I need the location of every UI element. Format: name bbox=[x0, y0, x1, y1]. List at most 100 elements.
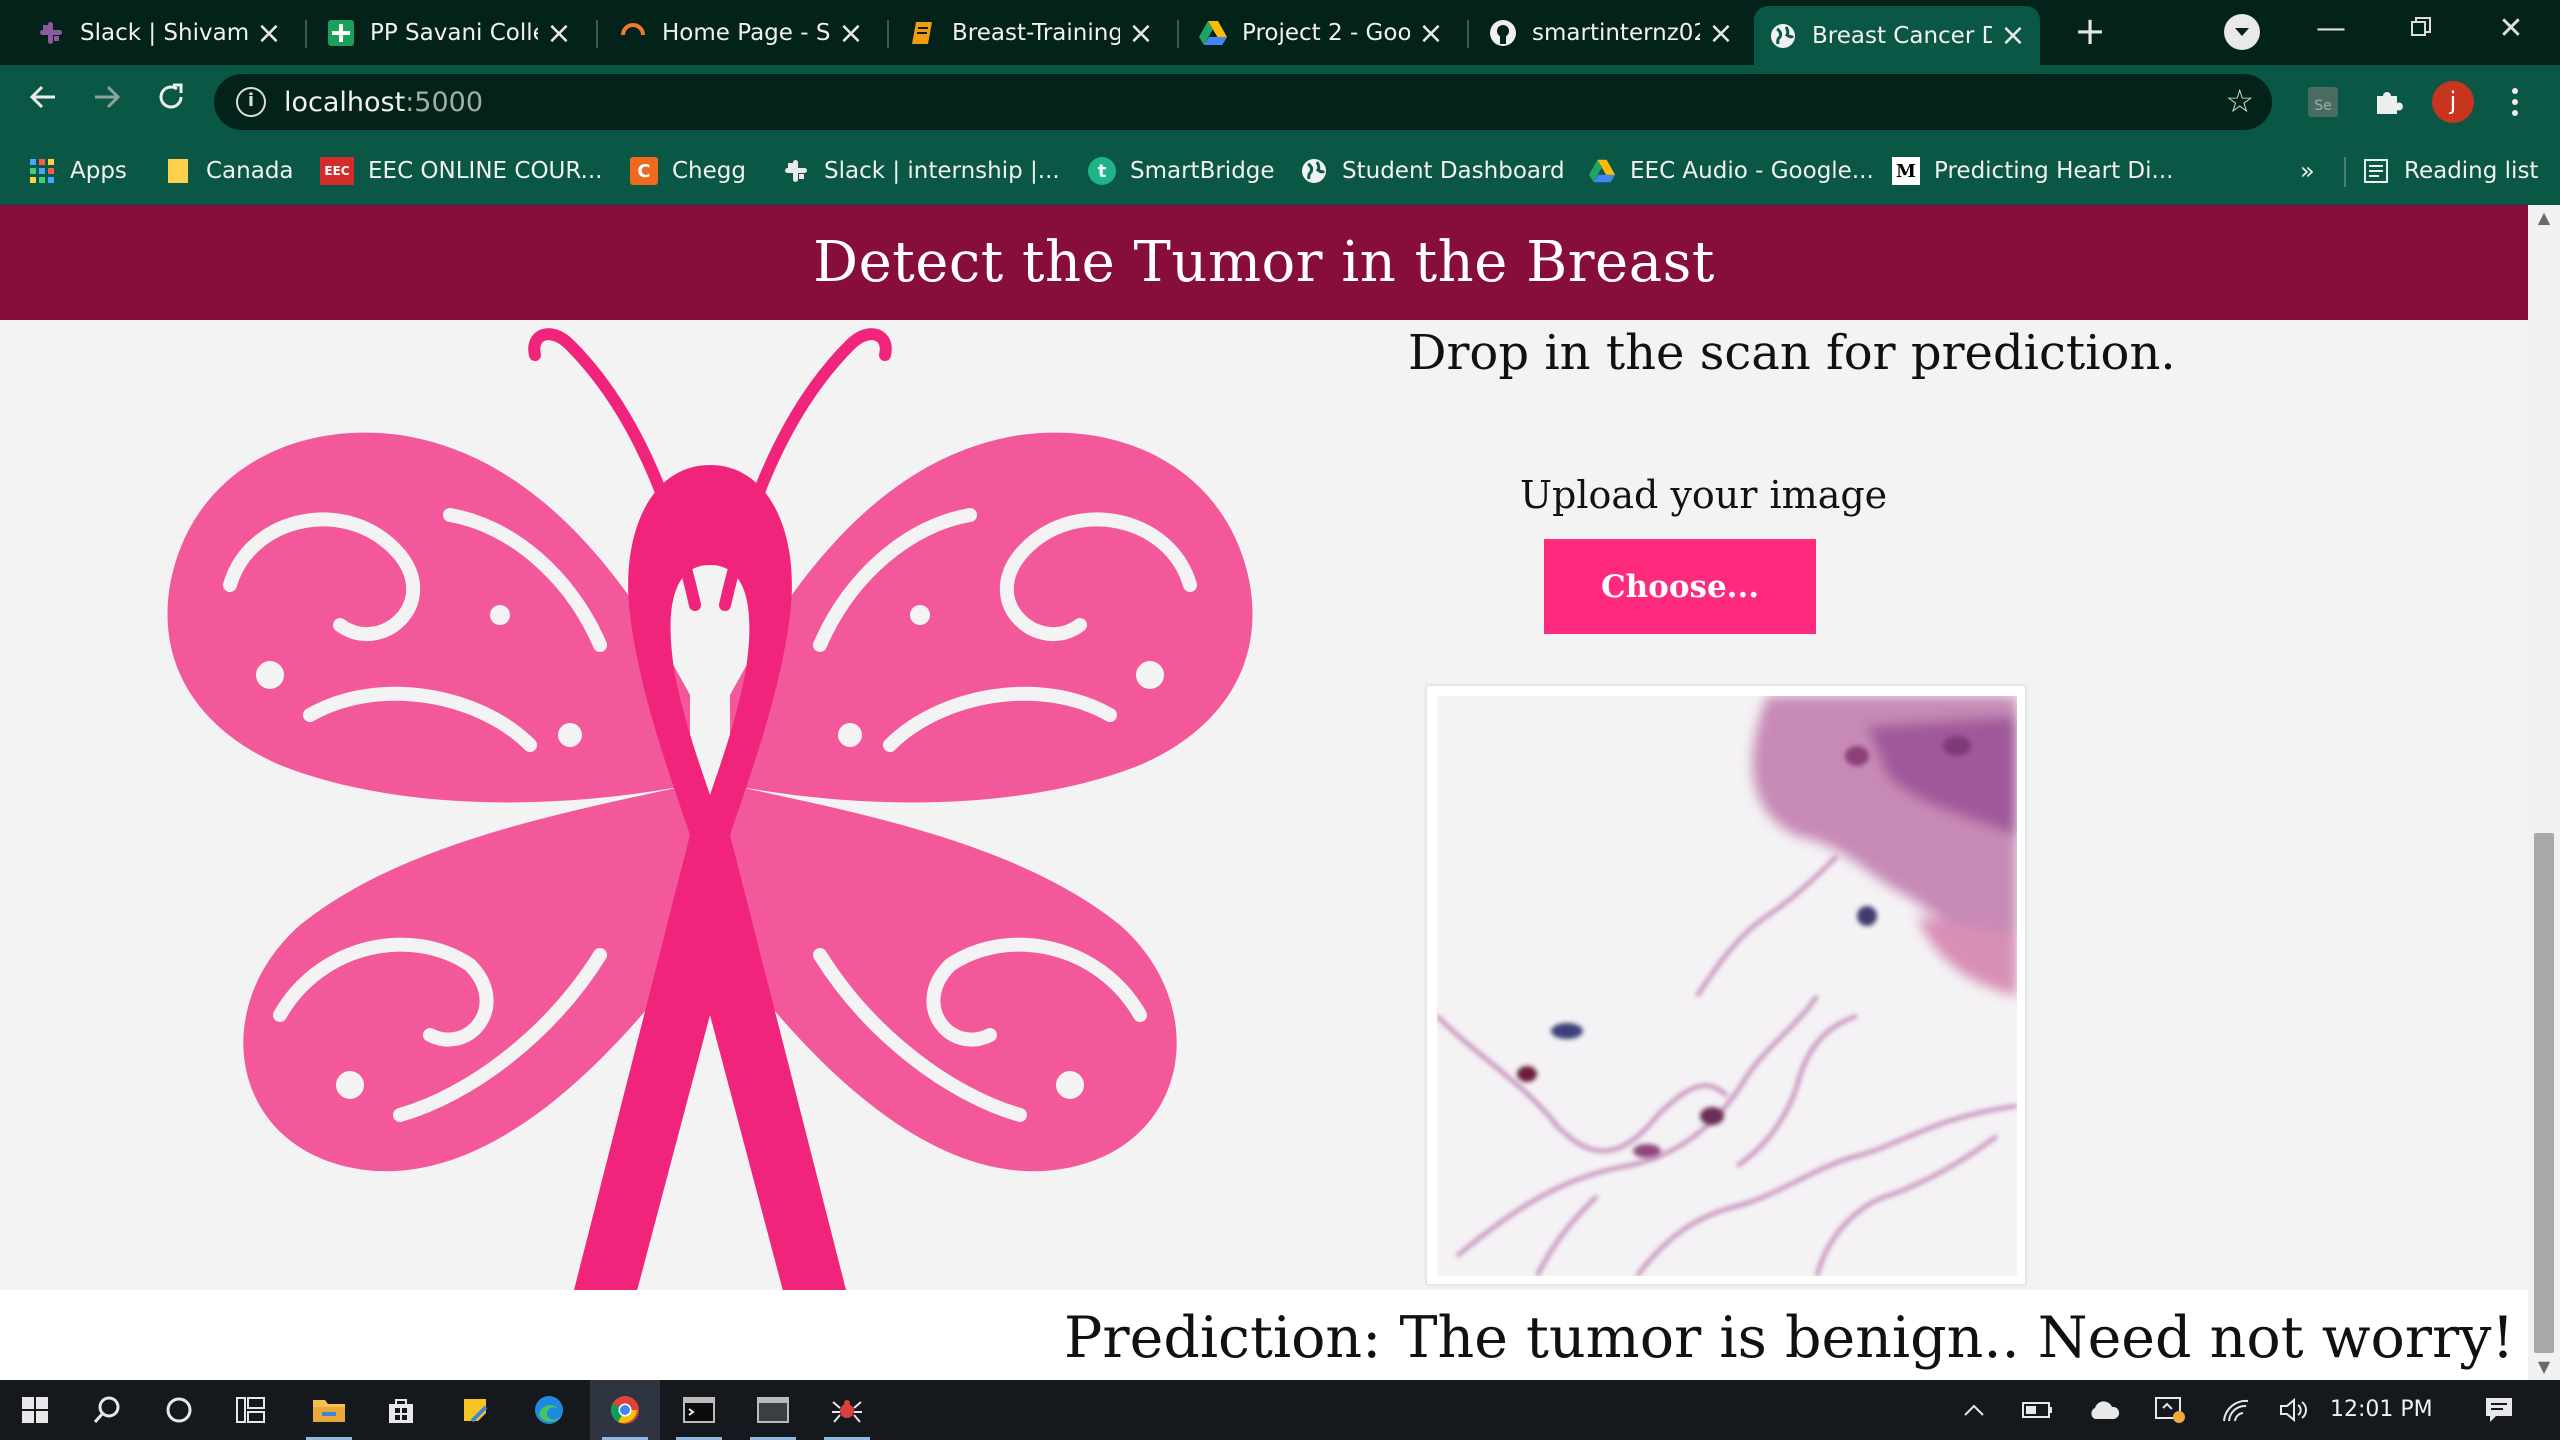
close-icon[interactable]: × bbox=[546, 16, 572, 51]
search-icon[interactable] bbox=[72, 1380, 142, 1440]
bookmark-label: EEC Audio - Google... bbox=[1630, 158, 1874, 184]
close-icon[interactable]: × bbox=[2000, 18, 2026, 53]
reload-icon bbox=[159, 83, 183, 109]
close-icon[interactable]: × bbox=[1708, 16, 1734, 51]
tab-search-button[interactable] bbox=[2224, 14, 2260, 50]
onedrive-icon[interactable] bbox=[2082, 1380, 2126, 1440]
menu-kebab-icon[interactable] bbox=[2496, 83, 2534, 121]
prediction-result: Prediction: The tumor is benign.. Need n… bbox=[1064, 1305, 2515, 1371]
terminal-icon[interactable] bbox=[664, 1380, 734, 1440]
bookmark-apps[interactable]: Apps bbox=[28, 151, 127, 191]
close-icon[interactable]: × bbox=[1128, 16, 1154, 51]
new-tab-button[interactable]: + bbox=[2068, 10, 2112, 54]
medium-icon: M bbox=[1892, 157, 1920, 185]
close-icon[interactable]: × bbox=[1418, 16, 1444, 51]
bookmark-eec-online[interactable]: EEC EEC ONLINE COUR... bbox=[320, 151, 602, 191]
tab-title: PP Savani Colle bbox=[370, 20, 538, 46]
extension-icon[interactable]: Se bbox=[2304, 83, 2342, 121]
slack-icon bbox=[36, 18, 66, 48]
back-button[interactable] bbox=[18, 77, 68, 127]
google-drive-icon bbox=[1588, 157, 1616, 185]
bookmark-chegg[interactable]: C Chegg bbox=[630, 151, 746, 191]
restore-button[interactable] bbox=[2386, 6, 2456, 52]
tab-home-page[interactable]: Home Page - S × bbox=[604, 8, 878, 58]
tab-separator bbox=[596, 20, 598, 48]
tab-breast-training[interactable]: Breast-Training × bbox=[894, 8, 1168, 58]
sticky-icon[interactable] bbox=[440, 1380, 510, 1440]
edge-icon[interactable] bbox=[514, 1380, 584, 1440]
tab-strip: Slack | Shivam S × PP Savani Colle × Hom… bbox=[0, 0, 2560, 65]
spider-app-icon[interactable] bbox=[812, 1380, 882, 1440]
globe-icon bbox=[1300, 157, 1328, 185]
security-icon[interactable] bbox=[2148, 1380, 2192, 1440]
taskbar-clock[interactable]: 12:01 PM bbox=[2330, 1380, 2433, 1440]
profile-avatar[interactable]: j bbox=[2432, 81, 2474, 123]
tab-breast-cancer[interactable]: Breast Cancer D × bbox=[1754, 6, 2040, 65]
volume-icon[interactable] bbox=[2272, 1380, 2316, 1440]
wifi-icon[interactable] bbox=[2214, 1380, 2258, 1440]
bookmark-canada[interactable]: Canada bbox=[164, 151, 294, 191]
bookmark-label: Slack | internship |... bbox=[824, 158, 1060, 184]
cortana-icon[interactable] bbox=[144, 1380, 214, 1440]
tab-slack[interactable]: Slack | Shivam S × bbox=[22, 8, 296, 58]
tab-project-2[interactable]: Project 2 - Goo × bbox=[1184, 8, 1458, 58]
window-icon[interactable] bbox=[738, 1380, 808, 1440]
arrow-left-icon bbox=[29, 85, 55, 109]
svg-text:Se: Se bbox=[2314, 98, 2332, 114]
close-window-button[interactable]: ✕ bbox=[2476, 6, 2546, 52]
address-bar[interactable]: i localhost:5000 ☆ bbox=[214, 74, 2272, 130]
url-port: :5000 bbox=[405, 86, 484, 118]
bookmark-label: Student Dashboard bbox=[1342, 158, 1565, 184]
upload-label: Upload your image bbox=[1520, 473, 1888, 517]
close-icon[interactable]: × bbox=[838, 16, 864, 51]
windows-taskbar: 12:01 PM bbox=[0, 1380, 2560, 1440]
drop-instruction: Drop in the scan for prediction. bbox=[1408, 325, 2176, 381]
scroll-thumb[interactable] bbox=[2534, 833, 2554, 1353]
forward-button[interactable] bbox=[82, 77, 132, 127]
smartbridge-icon: t bbox=[1088, 157, 1116, 185]
tab-separator bbox=[887, 20, 889, 48]
tab-separator bbox=[1177, 20, 1179, 48]
info-icon[interactable]: i bbox=[236, 87, 266, 117]
bookmark-eec-audio[interactable]: EEC Audio - Google... bbox=[1588, 151, 1874, 191]
tab-github[interactable]: smartinternz02 × bbox=[1474, 8, 1748, 58]
tab-title: Home Page - S bbox=[662, 20, 830, 46]
page-header: Detect the Tumor in the Breast bbox=[0, 205, 2528, 320]
task-view-icon[interactable] bbox=[216, 1380, 286, 1440]
bookmark-predicting-heart[interactable]: M Predicting Heart Di... bbox=[1892, 151, 2173, 191]
scroll-down-arrow-icon[interactable]: ▼ bbox=[2528, 1354, 2560, 1380]
scroll-up-arrow-icon[interactable]: ▲ bbox=[2528, 205, 2560, 231]
bookmark-label: SmartBridge bbox=[1130, 158, 1275, 184]
reading-list-button[interactable]: Reading list bbox=[2362, 151, 2538, 191]
arrow-right-icon bbox=[95, 85, 121, 109]
notebook-icon bbox=[908, 18, 938, 48]
reading-list-label: Reading list bbox=[2404, 158, 2539, 184]
chevron-up-icon[interactable] bbox=[1954, 1380, 1994, 1440]
battery-icon[interactable] bbox=[2016, 1380, 2060, 1440]
bookmark-slack[interactable]: Slack | internship |... bbox=[782, 151, 1060, 191]
bookmark-smartbridge[interactable]: t SmartBridge bbox=[1088, 151, 1275, 191]
more-bookmarks-button[interactable]: » bbox=[2300, 151, 2315, 191]
chevron-down-icon bbox=[2235, 28, 2249, 36]
minimize-button[interactable]: — bbox=[2296, 6, 2366, 52]
histology-scan-image bbox=[1437, 696, 2017, 1276]
url-text: localhost:5000 bbox=[284, 87, 483, 118]
tab-pp-savani[interactable]: PP Savani Colle × bbox=[312, 8, 586, 58]
notifications-icon[interactable] bbox=[2474, 1380, 2524, 1440]
bookmark-student-dashboard[interactable]: Student Dashboard bbox=[1300, 151, 1565, 191]
bookmark-star-icon[interactable]: ☆ bbox=[2225, 82, 2254, 120]
bookmark-label: Canada bbox=[206, 158, 294, 184]
bookmark-label: Predicting Heart Di... bbox=[1934, 158, 2174, 184]
chrome-icon[interactable] bbox=[590, 1380, 660, 1440]
close-icon[interactable]: × bbox=[256, 16, 282, 51]
store-icon[interactable] bbox=[366, 1380, 436, 1440]
browser-toolbar: i localhost:5000 ☆ Se j bbox=[0, 65, 2560, 139]
choose-file-button[interactable]: Choose... bbox=[1544, 539, 1816, 634]
puzzle-extensions-icon[interactable] bbox=[2368, 83, 2406, 121]
windows-start-icon[interactable] bbox=[0, 1380, 70, 1440]
reload-button[interactable] bbox=[146, 77, 196, 127]
restore-icon bbox=[2411, 17, 2431, 36]
page-scrollbar[interactable]: ▲ ▼ bbox=[2528, 205, 2560, 1380]
bookmark-label: EEC ONLINE COUR... bbox=[368, 158, 603, 184]
file-explorer-icon[interactable] bbox=[294, 1380, 364, 1440]
